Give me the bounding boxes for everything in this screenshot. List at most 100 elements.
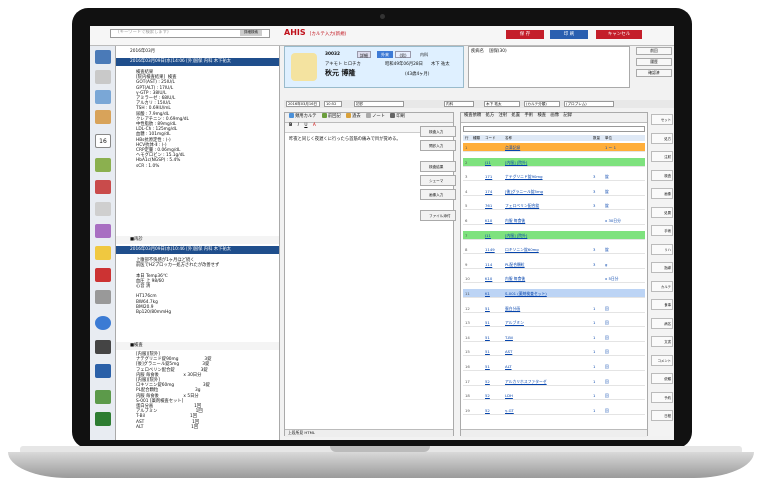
category-button[interactable]: 画像 <box>651 188 673 199</box>
prev-record-button[interactable]: 前回記 <box>321 113 341 119</box>
folder-icon[interactable] <box>95 110 111 124</box>
order-tab[interactable]: 注射 <box>499 113 508 118</box>
italic-icon[interactable]: I <box>298 123 299 128</box>
file-attach-button[interactable]: ファイル添付 <box>420 210 456 221</box>
order-row[interactable]: 8 1149 ロキソニン錠60mg 3 錠 <box>463 245 645 255</box>
category-button[interactable]: リハ <box>651 243 673 255</box>
print-button[interactable]: 印 刷 <box>550 30 588 39</box>
settings-icon[interactable] <box>95 390 111 404</box>
confirmed-button[interactable]: 確認済 <box>636 69 672 77</box>
order-row[interactable]: 17 52 アルカリホスファターゼ 1 回 <box>463 376 645 386</box>
order-row[interactable]: 6 K10 内服 毎食後 x 30日分 <box>463 216 645 225</box>
category-button[interactable]: 処置 <box>651 206 673 218</box>
order-tab[interactable]: 記録 <box>563 113 572 118</box>
order-row[interactable]: 16 51 ALT 1 回 <box>463 362 645 371</box>
save-button[interactable]: 保 存 <box>506 30 544 39</box>
category-button[interactable]: 手術 <box>651 225 673 236</box>
order-tab[interactable]: 検査依頼 <box>464 113 481 118</box>
category-button[interactable]: 予約 <box>651 391 673 403</box>
monitor-icon[interactable] <box>95 364 111 378</box>
schema-button[interactable]: シェーマ <box>420 175 456 186</box>
category-button[interactable]: セット <box>651 114 673 125</box>
category-button[interactable]: 指導 <box>651 262 673 273</box>
clipboard-icon[interactable] <box>95 158 111 172</box>
problem-select[interactable]: (プロブレム) <box>564 101 614 107</box>
karte-select[interactable]: (カルテ分類) <box>524 101 560 107</box>
terminal-icon[interactable] <box>95 340 111 354</box>
category-button[interactable]: 処方 <box>651 132 673 144</box>
doctor-select[interactable]: 木下 祐太 <box>484 101 520 107</box>
info-icon[interactable] <box>95 316 111 330</box>
time-select[interactable]: 10:52 <box>324 101 342 107</box>
order-row[interactable]: 13 51 アルブミン 1 回 <box>463 318 645 328</box>
order-row[interactable]: 10 K10 内服 毎食後 x 5日分 <box>463 274 645 284</box>
frequent-karte-button[interactable]: 頻用カルテ <box>289 113 316 119</box>
category-button[interactable]: 文書 <box>651 336 673 347</box>
category-button[interactable]: カルテ <box>651 280 673 292</box>
order-row[interactable]: 2 J11 [内服] [院外] <box>463 157 645 167</box>
category-button[interactable]: コメント <box>651 354 673 366</box>
left-icon-rail: 16 <box>90 46 116 440</box>
calendar-icon[interactable]: 16 <box>95 134 111 148</box>
order-tab[interactable]: 手術 <box>524 113 533 118</box>
chart-icon[interactable] <box>95 90 111 104</box>
image-input-button[interactable]: 画像入力 <box>420 189 456 200</box>
category-button[interactable]: 注射 <box>651 151 673 162</box>
schedule-icon[interactable] <box>95 180 111 194</box>
history-sub-row[interactable]: ■再診 <box>116 236 279 244</box>
category-button[interactable]: 食事 <box>651 299 673 310</box>
exam-input-button[interactable]: 検査入力 <box>420 126 456 137</box>
font-color-icon[interactable]: A <box>313 123 316 128</box>
order-row[interactable]: 7 J11 [内服] [院外] <box>463 230 645 240</box>
editor-print-button[interactable]: 印刷 <box>390 113 405 119</box>
order-row[interactable]: 5 761 フェロベリン配合錠 3 錠 <box>463 201 645 211</box>
person-icon[interactable] <box>95 246 111 260</box>
category-button[interactable]: 病名 <box>651 317 673 329</box>
detail-button[interactable]: 詳細 <box>357 51 371 58</box>
bold-icon[interactable]: B <box>289 123 292 128</box>
category-button[interactable]: 検査 <box>651 169 673 181</box>
order-tab[interactable]: 処置 <box>512 113 521 118</box>
category-button[interactable]: 依頼 <box>651 373 673 384</box>
visit-select[interactable]: 初診 <box>354 101 404 107</box>
history-month[interactable]: 2016年03月 <box>116 48 279 56</box>
order-row[interactable]: 11 K1 S-001 (薬剤検査セット) <box>463 289 645 298</box>
order-row[interactable]: 12 51 蛋白分画 1 回 <box>463 303 645 313</box>
memo-panel[interactable]: 疾病名 国保(30) <box>468 46 630 88</box>
interview-input-button[interactable]: 問診入力 <box>420 140 456 151</box>
order-cell-code: 51 <box>485 320 490 326</box>
prev-button[interactable]: 前回 <box>636 47 672 55</box>
section-select[interactable]: 内科 <box>444 101 474 107</box>
history-button[interactable]: 履歴 <box>636 58 672 66</box>
order-row[interactable]: 3 171 ナテグリニド錠90mg 3 錠 <box>463 172 645 182</box>
history-visit-row[interactable]: 2016年03月09日(水)14:06 [外]国保 内科 木下祐太 <box>116 58 279 66</box>
record-icon[interactable] <box>95 70 111 84</box>
patient-list-icon[interactable] <box>95 50 111 64</box>
search-detail-button[interactable]: 詳細検索 <box>240 30 262 36</box>
order-row[interactable]: 15 51 AST 1 回 <box>463 347 645 357</box>
order-row[interactable]: 9 114 PL配合顆粒 3 g <box>463 259 645 269</box>
order-search-input[interactable] <box>463 126 645 132</box>
order-row[interactable]: 18 52 LDH 1 回 <box>463 391 645 401</box>
order-row[interactable]: 19 52 γ-GT 1 回 <box>463 405 645 415</box>
order-tab[interactable]: 処方 <box>486 113 495 118</box>
history-visit-row[interactable]: 2016年03月09日(水)10:46 [外]国保 内科 木下祐太 <box>116 246 279 254</box>
note-button[interactable]: ノート <box>366 113 385 119</box>
exam-result-button[interactable]: 検査結果 <box>420 161 456 172</box>
document-icon[interactable] <box>95 224 111 238</box>
keypad-icon[interactable] <box>95 290 111 304</box>
printer-icon[interactable] <box>95 202 111 216</box>
order-row[interactable]: 1 点滴記録 1 ～ 1 <box>463 143 645 152</box>
alert-icon[interactable] <box>95 268 111 282</box>
past-button[interactable]: 過去 <box>346 113 361 119</box>
underline-icon[interactable]: U <box>304 123 307 128</box>
order-row[interactable]: 14 51 T-Bil 1 回 <box>463 332 645 342</box>
cancel-button[interactable]: キャンセル <box>596 30 642 39</box>
order-tab[interactable]: 画像 <box>550 113 559 118</box>
history-sub-row[interactable]: ■検査 <box>116 342 279 350</box>
order-tab[interactable]: 検査 <box>537 113 546 118</box>
category-button[interactable]: 日程 <box>651 410 673 421</box>
exit-icon[interactable] <box>95 412 111 426</box>
order-row[interactable]: 4 174 [後]グラニール錠5mg 3 錠 <box>463 186 645 196</box>
date-select[interactable]: 2016年03月16日 <box>286 101 320 107</box>
